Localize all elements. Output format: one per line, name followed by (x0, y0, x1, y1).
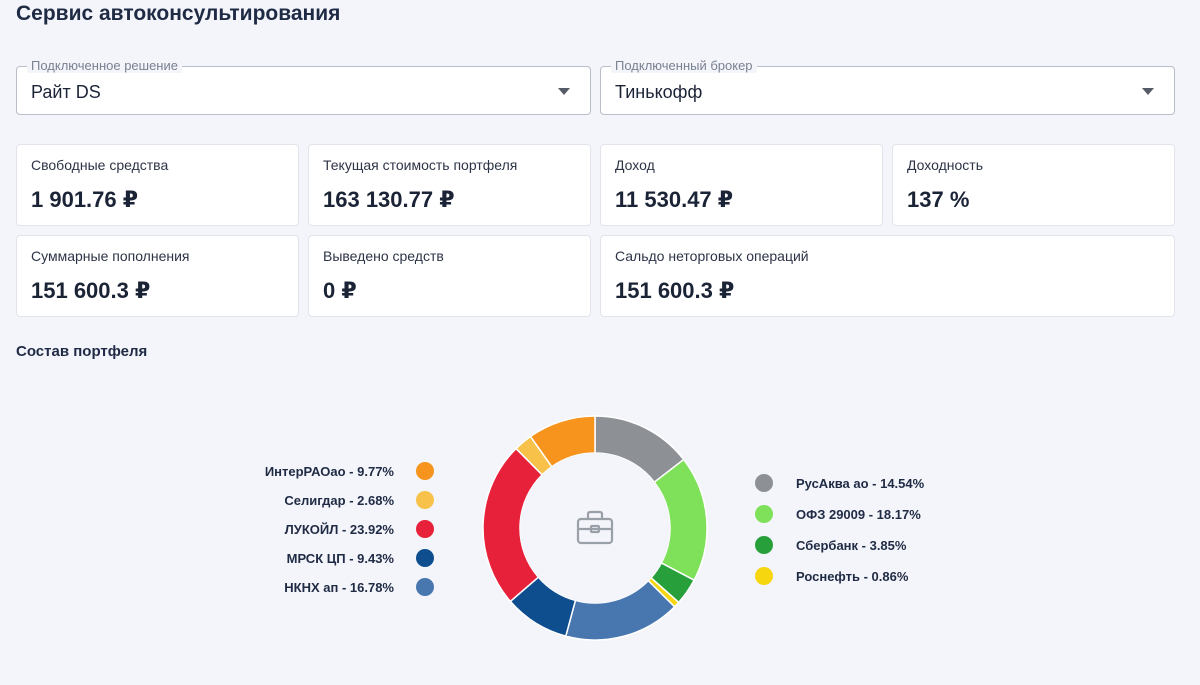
legend-swatch (416, 491, 434, 509)
portfolio-value-card: Текущая стоимость портфеля 163 130.77 ₽ (308, 144, 591, 226)
legend-label: ЛУКОЙЛ - 23.92% (284, 521, 394, 537)
legend-label: РусАква ао - 14.54% (796, 475, 925, 491)
chevron-down-icon[interactable] (1142, 88, 1154, 95)
legend-swatch (755, 474, 773, 492)
withdrawn-card: Выведено средств 0 ₽ (308, 235, 591, 317)
solution-select-value: Райт DS (31, 82, 101, 102)
portfolio-donut-chart (482, 415, 708, 641)
solution-select[interactable]: Подключенное решение Райт DS (16, 59, 591, 115)
legend-item-interrao: ИнтерРАОао - 9.77% (265, 461, 434, 481)
withdrawn-label: Выведено средств (323, 248, 444, 264)
income-card: Доход 11 530.47 ₽ (600, 144, 883, 226)
legend-item-sberbank: Сбербанк - 3.85% (755, 535, 906, 555)
legend-item-mrsk: МРСК ЦП - 9.43% (287, 548, 434, 568)
legend-label: ОФЗ 29009 - 18.17% (796, 506, 921, 522)
non-trading-balance-value: 151 600.3 ₽ (615, 278, 735, 303)
legend-label: Роснефть - 0.86% (796, 568, 909, 584)
total-deposits-value: 151 600.3 ₽ (31, 278, 151, 303)
income-value: 11 530.47 ₽ (615, 187, 734, 212)
total-deposits-card: Суммарные пополнения 151 600.3 ₽ (16, 235, 299, 317)
free-funds-value: 1 901.76 ₽ (31, 187, 139, 212)
free-funds-card: Свободные средства 1 901.76 ₽ (16, 144, 299, 226)
legend-label: Сбербанк - 3.85% (796, 537, 907, 553)
yield-value: 137 % (907, 187, 970, 212)
chevron-down-icon[interactable] (558, 88, 570, 95)
yield-card: Доходность 137 % (892, 144, 1175, 226)
legend-item-seligdar: Селигдар - 2.68% (284, 490, 434, 510)
portfolio-section-title: Состав портфеля (16, 343, 148, 360)
legend-label: НКНХ ап - 16.78% (284, 579, 394, 595)
legend-swatch (416, 578, 434, 596)
legend-label: МРСК ЦП - 9.43% (286, 550, 394, 566)
legend-label: ИнтерРАОао - 9.77% (264, 463, 394, 479)
broker-select-label: Подключенный брокер (611, 59, 757, 73)
legend-swatch (416, 462, 434, 480)
free-funds-label: Свободные средства (31, 157, 169, 173)
non-trading-balance-card: Сальдо неторговых операций 151 600.3 ₽ (600, 235, 1175, 317)
legend-item-ofz: ОФЗ 29009 - 18.17% (755, 504, 921, 524)
yield-label: Доходность (907, 157, 983, 173)
page-title: Сервис автоконсультирования (16, 2, 341, 25)
withdrawn-value: 0 ₽ (323, 278, 357, 303)
legend-item-rosneft: Роснефть - 0.86% (755, 566, 908, 586)
portfolio-value-value: 163 130.77 ₽ (323, 187, 455, 212)
legend-item-nknh: НКНХ ап - 16.78% (284, 577, 434, 597)
legend-swatch (755, 536, 773, 554)
broker-select-value: Тинькофф (615, 82, 703, 102)
legend-item-rusakva: РусАква ао - 14.54% (755, 473, 924, 493)
broker-select[interactable]: Подключенный брокер Тинькофф (600, 59, 1175, 115)
legend-swatch (416, 549, 434, 567)
legend-swatch (755, 505, 773, 523)
legend-swatch (416, 520, 434, 538)
legend-item-lukoil: ЛУКОЙЛ - 23.92% (285, 519, 434, 539)
legend-swatch (755, 567, 773, 585)
total-deposits-label: Суммарные пополнения (31, 248, 190, 264)
portfolio-value-label: Текущая стоимость портфеля (323, 157, 518, 173)
non-trading-balance-label: Сальдо неторговых операций (615, 248, 809, 264)
legend-label: Селигдар - 2.68% (284, 492, 394, 508)
income-label: Доход (615, 157, 655, 173)
solution-select-label: Подключенное решение (27, 59, 182, 73)
